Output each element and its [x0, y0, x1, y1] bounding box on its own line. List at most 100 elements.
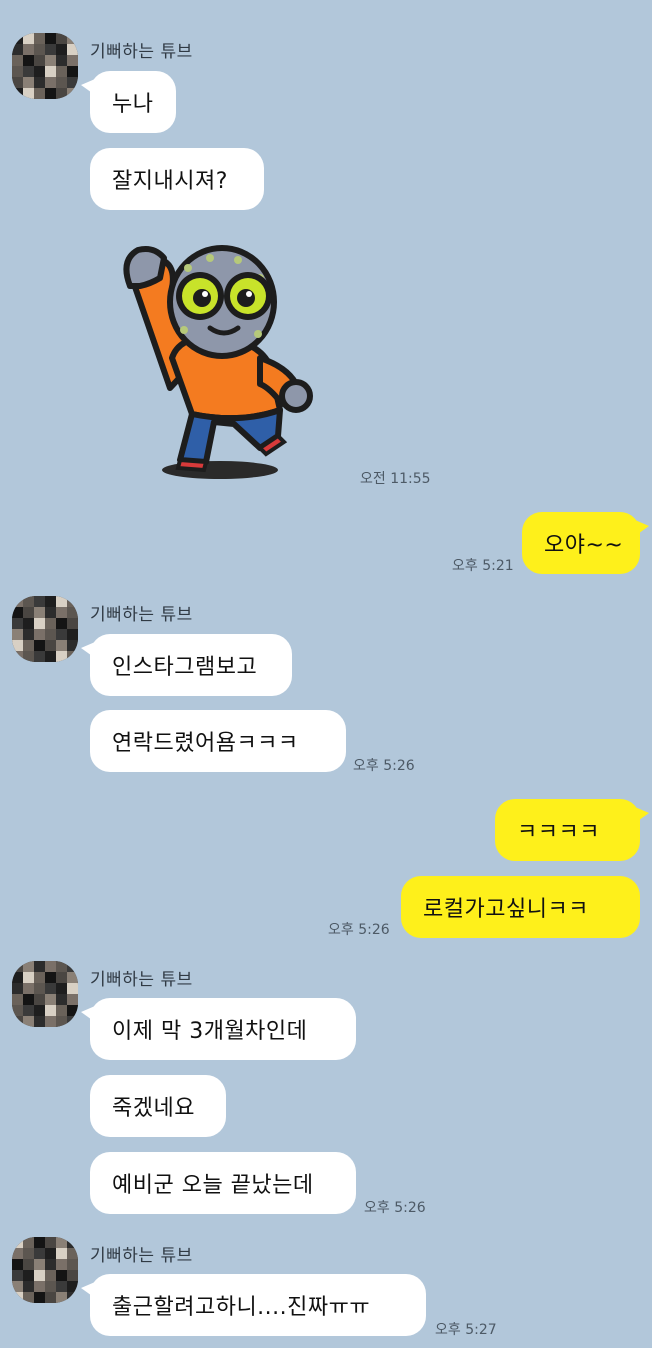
- avatar-pixel: [23, 77, 34, 88]
- avatar-pixel: [67, 596, 78, 607]
- message-bubble[interactable]: 죽겠네요: [90, 1075, 226, 1137]
- avatar-pixel: [67, 1016, 78, 1027]
- message-text: 로컬가고싶니ㅋㅋ: [423, 897, 589, 922]
- avatar-pixel: [34, 1281, 45, 1292]
- message-bubble[interactable]: 이제 막 3개월차인데: [81, 998, 356, 1060]
- avatar-pixel: [67, 972, 78, 983]
- message-bubble[interactable]: 잘지내시져?: [90, 148, 264, 210]
- avatar-pixel: [12, 640, 23, 651]
- message-text: 잘지내시져?: [112, 169, 228, 194]
- message-bubble[interactable]: 출근할려고하니....진짜ㅠㅠ: [81, 1274, 426, 1336]
- avatar-pixel: [12, 1270, 23, 1281]
- sender-name: 기뻐하는 튜브: [90, 1246, 193, 1266]
- avatar-pixel: [56, 44, 67, 55]
- avatar[interactable]: [12, 961, 78, 1027]
- avatar-pixel: [12, 961, 23, 972]
- avatar[interactable]: [12, 1237, 78, 1303]
- message-bubble[interactable]: 로컬가고싶니ㅋㅋ: [401, 876, 640, 938]
- sender-name: 기뻐하는 튜브: [90, 42, 193, 62]
- avatar-pixel: [34, 66, 45, 77]
- avatar-pixel: [67, 1248, 78, 1259]
- avatar-pixel: [56, 55, 67, 66]
- avatar-pixel: [67, 1237, 78, 1248]
- avatar-pixel: [45, 1292, 56, 1303]
- avatar-pixel: [12, 983, 23, 994]
- avatar-pixel: [67, 1259, 78, 1270]
- avatar-pixel: [56, 618, 67, 629]
- avatar-pixel: [34, 983, 45, 994]
- avatar-pixel: [56, 1281, 67, 1292]
- message-text: 오야~~: [544, 533, 624, 558]
- message-bubble[interactable]: 인스타그램보고: [81, 634, 292, 696]
- avatar-pixel: [67, 618, 78, 629]
- avatar-pixel: [45, 1281, 56, 1292]
- avatar-pixel: [34, 961, 45, 972]
- avatar-pixel: [23, 1259, 34, 1270]
- waving-tube-character-sticker[interactable]: [110, 238, 330, 490]
- avatar-pixel: [45, 640, 56, 651]
- avatar-pixel: [12, 1005, 23, 1016]
- avatar-pixel: [45, 983, 56, 994]
- avatar-pixel: [67, 1005, 78, 1016]
- avatar[interactable]: [12, 596, 78, 662]
- sender-name: 기뻐하는 튜브: [90, 970, 193, 990]
- avatar-pixel: [23, 44, 34, 55]
- message-text: ㅋㅋㅋㅋ: [517, 820, 600, 845]
- avatar-pixel: [56, 77, 67, 88]
- avatar-pixel: [23, 618, 34, 629]
- avatar-pixel: [34, 1270, 45, 1281]
- message-bubble[interactable]: ㅋㅋㅋㅋ: [495, 799, 649, 861]
- avatar-pixel: [12, 651, 23, 662]
- avatar-pixel: [56, 629, 67, 640]
- avatar-pixel: [23, 972, 34, 983]
- avatar-pixel: [34, 651, 45, 662]
- avatar-pixel: [67, 607, 78, 618]
- avatar-pixel: [45, 961, 56, 972]
- message-text: 연락드렸어욤ㅋㅋㅋ: [112, 731, 299, 756]
- avatar-pixel: [23, 1281, 34, 1292]
- avatar-pixel: [56, 1248, 67, 1259]
- avatar-pixel: [34, 44, 45, 55]
- avatar-pixel: [45, 66, 56, 77]
- avatar-pixel: [56, 33, 67, 44]
- message-timestamp: 오전 11:55: [360, 471, 431, 487]
- avatar-pixel: [23, 1292, 34, 1303]
- message-timestamp: 오후 5:21: [452, 558, 514, 574]
- message-timestamp: 오후 5:27: [435, 1322, 497, 1338]
- avatar-pixel: [34, 629, 45, 640]
- avatar-pixel: [34, 1292, 45, 1303]
- avatar-pixel: [12, 607, 23, 618]
- avatar-pixel: [45, 972, 56, 983]
- avatar-pixel: [67, 55, 78, 66]
- message-bubble[interactable]: 누나: [81, 71, 176, 133]
- message-bubble[interactable]: 연락드렸어욤ㅋㅋㅋ: [90, 710, 346, 772]
- sender-name: 기뻐하는 튜브: [90, 605, 193, 625]
- avatar-pixel: [12, 994, 23, 1005]
- avatar-pixel: [67, 629, 78, 640]
- avatar-pixel: [12, 618, 23, 629]
- avatar-pixel: [12, 972, 23, 983]
- avatar-pixel: [45, 1270, 56, 1281]
- avatar-pixel: [34, 1259, 45, 1270]
- avatar[interactable]: [12, 33, 78, 99]
- avatar-pixel: [45, 44, 56, 55]
- message-text: 누나: [112, 92, 154, 117]
- avatar-pixel: [45, 607, 56, 618]
- avatar-pixel: [12, 77, 23, 88]
- avatar-pixel: [67, 1292, 78, 1303]
- avatar-pixel: [67, 1281, 78, 1292]
- avatar-pixel: [12, 1237, 23, 1248]
- avatar-pixel: [12, 596, 23, 607]
- avatar-pixel: [34, 55, 45, 66]
- avatar-pixel: [12, 55, 23, 66]
- avatar-pixel: [45, 994, 56, 1005]
- avatar-pixel: [34, 33, 45, 44]
- message-text: 예비군 오늘 끝났는데: [112, 1173, 314, 1198]
- message-bubble[interactable]: 예비군 오늘 끝났는데: [90, 1152, 356, 1214]
- avatar-pixel: [34, 618, 45, 629]
- message-text: 죽겠네요: [112, 1096, 195, 1121]
- avatar-pixel: [56, 1292, 67, 1303]
- avatar-pixel: [34, 1237, 45, 1248]
- message-bubble[interactable]: 오야~~: [522, 512, 649, 574]
- avatar-pixel: [45, 77, 56, 88]
